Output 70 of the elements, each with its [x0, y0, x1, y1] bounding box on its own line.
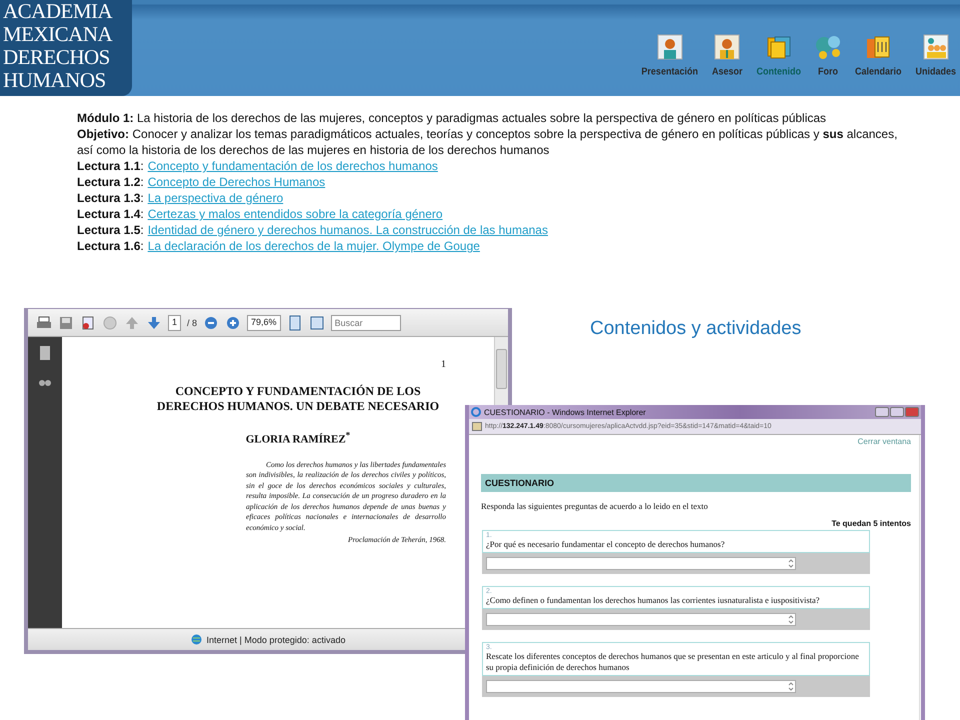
nav-item[interactable]: Foro	[814, 34, 841, 76]
scrollbar[interactable]	[919, 435, 921, 720]
objective-text: Objetivo: Conocer y analizar los temas paradigmáticos actuales, teorías y conceptos sobre la perspectiva de género en políticas públicas y sus alcances, así como la historia de los derechos de las mujeres en historia de los derechos humanos	[77, 126, 898, 158]
print-icon[interactable]	[36, 314, 52, 330]
person-icon	[656, 34, 683, 60]
chat-icon	[814, 34, 841, 60]
reading-label: Lectura 1.1:	[77, 158, 144, 174]
reading-label: Lectura 1.3:	[77, 190, 144, 206]
document-title: CONCEPTO Y FUNDAMENTACIÓN DE LOS	[174, 384, 422, 399]
person-icon	[714, 34, 740, 60]
window-title: CUESTIONARIO - Windows Internet Explorer	[484, 408, 646, 416]
zoom-out-icon[interactable]	[203, 314, 220, 330]
question-text: Rescate los diferentes conceptos de derechos humanos que se presentan en este articulo y al final proporcione su propia definición de derechos humanos	[486, 651, 860, 673]
browser-icon	[471, 407, 481, 417]
reading-label: Lectura 1.6:	[77, 238, 144, 254]
folders-icon	[766, 34, 792, 60]
quiz-heading: CUESTIONARIO	[481, 474, 911, 492]
reading-link[interactable]: Identidad de género y derechos humanos. La construcción de las humanas	[148, 222, 548, 238]
reading-link[interactable]: Concepto de Derechos Humanos	[148, 174, 326, 190]
nav-item[interactable]: Calendario	[854, 34, 902, 76]
pages-icon[interactable]	[39, 345, 51, 361]
calendar-icon	[865, 34, 892, 60]
up-arrow-icon[interactable]	[124, 314, 140, 330]
document-title: DERECHOS HUMANOS. UN DEBATE NECESARIO	[156, 399, 440, 414]
reading-label: Lectura 1.4:	[77, 206, 144, 222]
reading-link[interactable]: La perspectiva de género	[148, 190, 284, 206]
group-icon	[922, 34, 949, 60]
page-number: 1	[441, 359, 446, 370]
reading-label: Lectura 1.5:	[77, 222, 144, 238]
logo-text: DERECHOS	[3, 46, 111, 69]
answer-field[interactable]	[486, 613, 796, 626]
document-icon[interactable]	[80, 314, 96, 330]
question-text: ¿Por qué es necesario fundamentar el concepto de derechos humanos?	[486, 539, 726, 550]
nav-item[interactable]: Contenido	[756, 34, 801, 76]
reading-link[interactable]: Certezas y malos entendidos sobre la categoría género	[148, 206, 443, 222]
search-field[interactable]: Buscar	[330, 314, 401, 330]
page-number-field[interactable]: 1	[168, 314, 182, 330]
save-icon[interactable]	[58, 314, 74, 330]
zoom-field[interactable]: 79,6%	[247, 314, 281, 330]
logo-text: MEXICANA	[3, 23, 114, 46]
down-arrow-icon[interactable]	[146, 314, 162, 330]
nav-item[interactable]: Unidades	[915, 34, 956, 76]
fit-page-icon[interactable]	[286, 314, 303, 330]
spinner-icon[interactable]	[787, 614, 795, 625]
answer-field[interactable]	[486, 557, 796, 570]
instructions-text: Responda las siguientes preguntas de acuerdo a lo leido en el texto	[481, 501, 709, 511]
full-screen-icon[interactable]	[308, 314, 325, 330]
section-title: Contenidos y actividades	[590, 318, 802, 340]
nav-item[interactable]: Presentación	[641, 34, 698, 76]
page-icon	[472, 422, 482, 431]
module-text: Módulo 1: La historia de los derechos de las mujeres, conceptos y paradigmas actuales sobre la perspectiva de género en políticas públicas	[77, 110, 828, 126]
attempts-text: Te quedan 5 intentos	[830, 519, 911, 528]
spinner-icon[interactable]	[787, 558, 795, 569]
logo-text: ACADEMIA	[3, 0, 114, 23]
maximize-button[interactable]	[890, 407, 904, 417]
close-window-link[interactable]: Cerrar ventana	[858, 437, 911, 446]
scroll-thumb[interactable]	[496, 349, 507, 389]
reading-label: Lectura 1.2:	[77, 174, 144, 190]
reading-link[interactable]: Concepto y fundamentación de los derechos humanos	[148, 158, 438, 174]
zoom-in-icon[interactable]	[225, 314, 242, 330]
answer-field[interactable]	[486, 680, 796, 693]
page-count: / 8	[187, 318, 198, 328]
nav-item[interactable]: Asesor	[712, 34, 742, 76]
author-name: GLORIA RAMÍREZ$^{*}$	[244, 430, 352, 446]
status-text: Internet | Modo protegido: activado	[206, 634, 346, 644]
question-text: ¿Como definen o fundamentan los derechos humanos las corrientes iusnaturalista e iuspositivista?	[486, 595, 821, 606]
logo-text: HUMANOS	[3, 69, 107, 92]
reading-link[interactable]: La declaración de los derechos de la mujer. Olympe de Gouge	[148, 238, 480, 254]
minimize-button[interactable]	[875, 407, 889, 417]
spinner-icon[interactable]	[787, 681, 795, 692]
